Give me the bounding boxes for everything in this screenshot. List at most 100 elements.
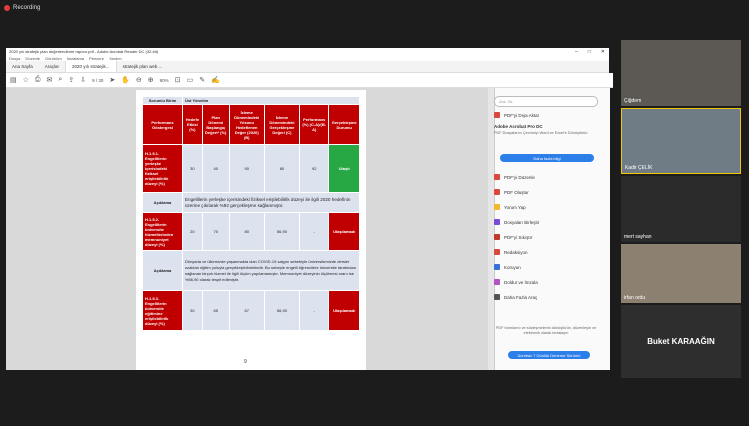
close-button[interactable]: ✕	[601, 49, 605, 55]
menu-edit[interactable]: Düzenle	[25, 56, 40, 61]
more-tools-icon	[494, 294, 500, 300]
fill-sign-icon	[494, 279, 500, 285]
status-badge: Ulaşılamadı	[328, 212, 360, 251]
tab-home[interactable]: Ana Sayfa	[6, 61, 39, 72]
upload-icon[interactable]: ⇪	[68, 76, 74, 84]
table-cell: 80	[263, 144, 301, 193]
col-header: Plan Dönemi Başlangıç Değeri* (%)	[201, 104, 230, 145]
promo-text: PDF formlarını ve sözleşmelerini dönüştü…	[495, 326, 597, 335]
table-cell: 67	[228, 290, 265, 331]
unit-value: Üst Yönetim	[181, 96, 361, 105]
participant-tile[interactable]: Kadir ÇELİK	[621, 108, 741, 174]
product-desc: PDF Dosyalarını Çevrimiçi Word ve Excel'…	[494, 131, 588, 135]
record-dot-icon	[4, 5, 10, 11]
tool-fill-sign[interactable]: Doldur ve İmzala	[494, 279, 600, 285]
explanation-label: Açıklama	[142, 250, 183, 291]
col-header: Gerçekleşme Durumu	[328, 104, 360, 145]
hand-icon[interactable]: ✋	[121, 76, 130, 84]
product-title: Adobe Acrobat Pro DC	[494, 124, 543, 129]
comment-icon[interactable]: ▭	[187, 76, 194, 84]
table-cell: 65	[201, 290, 230, 331]
tool-label: Koruyun	[504, 264, 521, 270]
zoom-out-icon[interactable]: ⊖	[136, 76, 142, 84]
tool-create-pdf[interactable]: PDF Oluştur	[494, 189, 600, 195]
tool-label: Dosyaları Birleştir	[504, 219, 540, 225]
sign-icon[interactable]: ✍	[211, 76, 220, 84]
tool-more[interactable]: Daha Fazla Araç	[494, 294, 600, 300]
menu-view[interactable]: Görünüm	[45, 56, 62, 61]
tool-label: PDF'yi Sıkıştır	[504, 234, 533, 240]
row-label: H.1.5.2. Engellilerin üniversite hizmetl…	[142, 212, 183, 251]
row-label: H.1.5.1. Engellilerin yerleşke içerisind…	[142, 144, 183, 193]
col-header: Performans Göstergesi	[142, 104, 183, 145]
explanation-text: Dünyada ve ülkemizde yaşanmakta olan COV…	[181, 250, 361, 291]
protect-icon	[494, 264, 500, 270]
tool-combine[interactable]: Dosyaları Birleştir	[494, 219, 600, 225]
status-badge: Ulaştı	[328, 144, 360, 193]
participant-tile[interactable]: irfan ordu	[621, 244, 741, 303]
tab-tools[interactable]: Araçlar	[39, 61, 65, 72]
tab-doc-1[interactable]: 2020 yılı stratejik...	[65, 61, 117, 72]
participant-name: Çiğdem	[624, 98, 642, 104]
participant-tile[interactable]: mert sayhan	[621, 176, 741, 242]
page-number: 9	[244, 359, 247, 365]
row-label: H.1.5.3. Engellilerin üniversite eğitimi…	[142, 290, 183, 331]
zoom-level[interactable]: 90%	[160, 78, 169, 83]
edit-pdf-icon	[494, 174, 500, 180]
tool-label: Daha Fazla Araç	[504, 294, 538, 300]
tool-label: Doldur ve İmzala	[504, 279, 538, 285]
minimize-button[interactable]: –	[575, 49, 578, 55]
table-cell: 70	[201, 212, 230, 251]
tool-edit-pdf[interactable]: PDF'yi Düzenle	[494, 174, 600, 180]
recording-label: Recording	[13, 5, 41, 11]
maximize-button[interactable]: □	[588, 49, 591, 55]
table-row: H.1.5.3. Engellilerin üniversite eğitimi…	[142, 290, 360, 331]
download-icon[interactable]: ⇩	[80, 76, 86, 84]
pen-icon[interactable]: ✎	[199, 76, 205, 84]
tab-bar: Ana Sayfa Araçlar 2020 yılı stratejik...…	[6, 61, 609, 73]
page-indicator[interactable]: 9 / 30	[92, 78, 103, 83]
tool-label: PDF Oluştur	[504, 189, 529, 195]
save-icon[interactable]: ▤	[10, 76, 17, 84]
table-cell: 92	[299, 144, 330, 193]
export-icon	[494, 112, 500, 118]
cursor-icon[interactable]: ➤	[109, 76, 115, 84]
status-badge: Ulaşılamadı	[328, 290, 360, 331]
menu-window[interactable]: Pencere	[89, 56, 104, 61]
fit-icon[interactable]: ⊡	[175, 76, 181, 84]
export-pdf-tool[interactable]: PDF'yi Dışa Aktar	[494, 112, 600, 118]
trial-button[interactable]: Ücretsiz 7 Günlük Deneme Sürümü	[508, 351, 590, 359]
menu-help[interactable]: Yardım	[109, 56, 122, 61]
learn-more-button[interactable]: Daha fazla bilgi	[500, 154, 594, 162]
tool-protect[interactable]: Koruyun	[494, 264, 600, 270]
col-header: Performans (%) (C-A)/(B-A)	[299, 104, 330, 145]
tool-label: Yorum Yap	[504, 204, 526, 210]
table-row: H.1.5.2. Engellilerin üniversite hizmetl…	[142, 212, 360, 251]
participant-tile[interactable]: Çiğdem	[621, 40, 741, 106]
performance-table: Sorumlu Birim Üst Yönetim Performans Gös…	[142, 96, 361, 331]
tab-doc-2[interactable]: stratejik plan web ...	[117, 61, 169, 72]
print-icon[interactable]: ⎙	[35, 76, 41, 84]
star-icon[interactable]: ☆	[23, 76, 29, 84]
col-header: İzleme Dönemindeki Gerçekleşme Değeri (C…	[263, 104, 301, 145]
zoom-in-icon[interactable]: ⊕	[148, 76, 154, 84]
table-cell: 30	[181, 144, 203, 193]
menu-file[interactable]: Dosya	[9, 56, 20, 61]
table-row: H.1.5.1. Engellilerin yerleşke içerisind…	[142, 144, 360, 193]
tool-search-input[interactable]: Ara: Gk	[494, 96, 598, 107]
search-icon[interactable]: ⌕	[58, 76, 62, 84]
tool-compress[interactable]: PDF'yi Sıkıştır	[494, 234, 600, 240]
tool-redact[interactable]: Redaksiyon	[494, 249, 600, 255]
table-cell: 56,90	[263, 212, 301, 251]
tool-comment[interactable]: Yorum Yap	[494, 204, 600, 210]
comment-tool-icon	[494, 204, 500, 210]
participant-tile-name-only[interactable]: Buket KARAAĞIN	[621, 305, 741, 378]
table-cell: 56,90	[263, 290, 301, 331]
mail-icon[interactable]: ✉	[47, 76, 53, 84]
participant-name: irfan ordu	[624, 295, 646, 301]
participant-name: mert sayhan	[624, 234, 652, 240]
menu-sign[interactable]: İmzalama	[67, 56, 84, 61]
table-cell: 40	[201, 144, 230, 193]
table-cell: 20	[181, 212, 203, 251]
tool-label: PDF'yi Düzenle	[504, 174, 535, 180]
